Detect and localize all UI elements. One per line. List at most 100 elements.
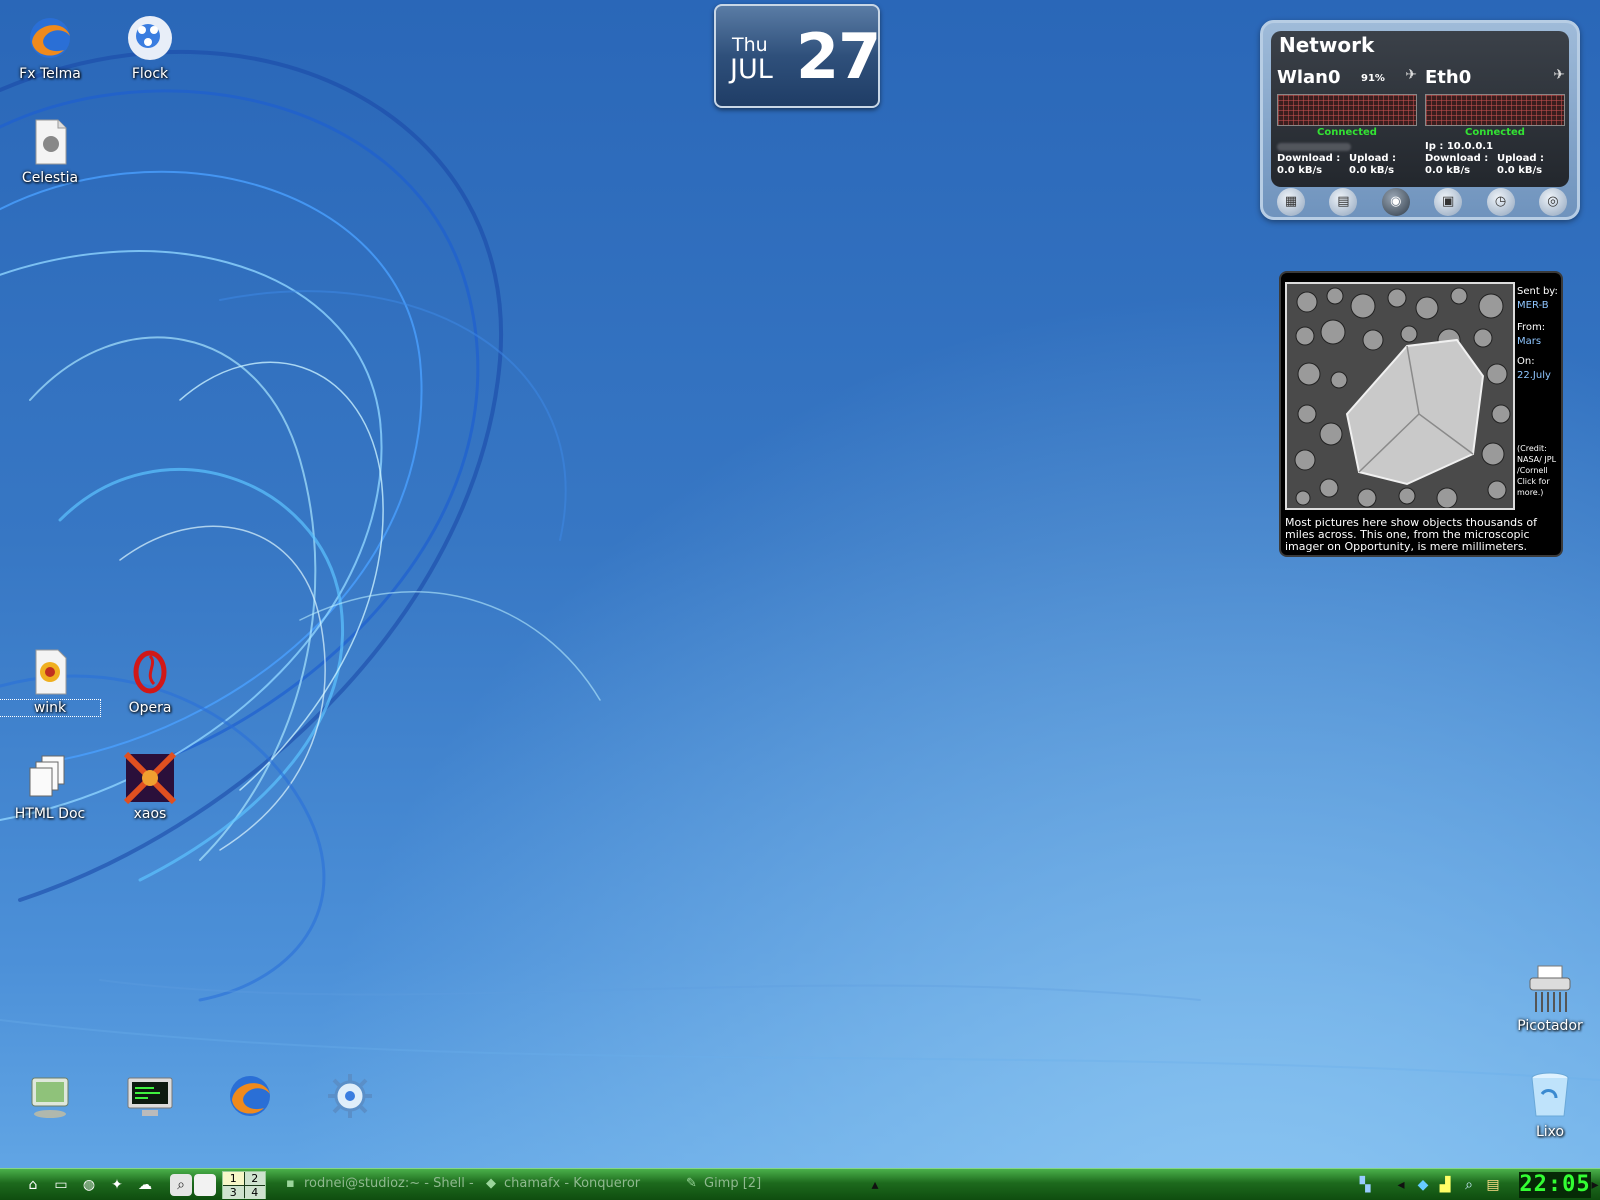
flock-icon[interactable]: ☁ — [134, 1174, 156, 1196]
sent-by-value[interactable]: MER-B — [1517, 299, 1565, 313]
wlan-interface: Wlan0 91% ✈ Connected Download :0.0 kB/s… — [1277, 67, 1419, 176]
pager-desktop-4[interactable]: 4 — [244, 1186, 265, 1199]
pager-desktop-2[interactable]: 2 — [244, 1172, 265, 1185]
trash-icon — [1531, 1072, 1569, 1117]
desktop-icon-opera[interactable]: Opera — [100, 646, 200, 716]
pager-desktop-1[interactable]: 1 — [223, 1172, 244, 1185]
konqueror-icon — [328, 1074, 372, 1118]
desktop-icon-celestia[interactable]: Celestia — [0, 116, 100, 186]
traffic-graph — [1425, 94, 1565, 126]
apod-info: Sent by: MER-B From: Mars On: 22.July (C… — [1517, 285, 1565, 497]
desktop-icon-flock[interactable]: Flock — [100, 12, 200, 82]
traffic-graph — [1277, 94, 1417, 126]
on-label: On: — [1517, 356, 1535, 367]
terminal-icon — [127, 1077, 173, 1116]
connection-status: Connected — [1465, 127, 1525, 138]
task-arrow-icon[interactable]: ▴ — [866, 1175, 884, 1195]
desktop-icon-html-doc[interactable]: HTML Doc — [0, 752, 100, 822]
task-shell[interactable]: ▪ rodnei@studioz:~ - Shell - — [286, 1176, 476, 1194]
mars-photo[interactable] — [1285, 282, 1515, 510]
from-label: From: — [1517, 322, 1546, 333]
tray-klipper-icon[interactable]: ▤ — [1484, 1175, 1502, 1195]
disk-icon[interactable]: ▤ — [1329, 188, 1358, 216]
interface-name: Wlan0 — [1277, 67, 1341, 88]
microscope-image — [1287, 284, 1513, 508]
kde-icon[interactable]: ✦ — [106, 1174, 128, 1196]
konqueror-icon: ◆ — [486, 1176, 496, 1191]
blank-icon[interactable] — [194, 1174, 216, 1196]
search-icon[interactable]: ⌕ — [170, 1174, 192, 1196]
html-doc-icon — [29, 755, 65, 797]
month: JUL — [730, 54, 773, 85]
eth-interface: Eth0 ✈ Connected Ip : 10.0.0.1 Download … — [1425, 67, 1567, 176]
network-icon[interactable]: ◉ — [1381, 188, 1410, 216]
pager-desktop-3[interactable]: 3 — [223, 1186, 244, 1199]
signal-strength: 91% — [1361, 73, 1385, 84]
task-gimp[interactable]: ✎ Gimp [2] — [686, 1176, 856, 1194]
tray-network-icon[interactable]: ◆ — [1414, 1175, 1432, 1195]
download-label: Download : — [1425, 153, 1489, 164]
folder-icon[interactable]: ▭ — [50, 1174, 72, 1196]
task-label: chamafx - Konqueror — [504, 1176, 641, 1191]
tray-left-arrow-icon[interactable]: ◂ — [1392, 1175, 1410, 1195]
home-icon[interactable]: ⌂ — [22, 1174, 44, 1196]
upload-stat: Upload :0.0 kB/s — [1349, 153, 1396, 177]
monitor-tabs: ▦ ▤ ◉ ▣ ◷ ◎ — [1277, 187, 1567, 217]
launcher-system[interactable] — [0, 1070, 100, 1124]
task-konqueror[interactable]: ◆ chamafx - Konqueror — [486, 1176, 676, 1194]
tray-magnifier-icon[interactable]: ⌕ — [1460, 1175, 1478, 1195]
on-value: 22.July — [1517, 370, 1551, 381]
network-panel: Network Wlan0 91% ✈ Connected Download :… — [1271, 31, 1569, 187]
desktop-icon-wink[interactable]: wink — [0, 646, 101, 717]
memory-icon[interactable]: ▦ — [1277, 188, 1305, 216]
taskbar-clock[interactable]: 22:05 — [1519, 1172, 1591, 1198]
tray-expand-icon[interactable]: ▸ — [1590, 1175, 1600, 1195]
download-rate: 0.0 kB/s — [1277, 165, 1323, 176]
browser-icon[interactable]: ◍ — [78, 1174, 100, 1196]
clock-icon[interactable]: ◷ — [1486, 188, 1515, 216]
network-monitor-widget: Network Wlan0 91% ✈ Connected Download :… — [1260, 20, 1580, 220]
from-value[interactable]: Mars — [1517, 335, 1565, 349]
desktop-icon-label: Opera — [128, 700, 172, 716]
system-icon — [31, 1077, 69, 1118]
firefox-icon — [30, 18, 70, 58]
celestia-icon — [35, 119, 67, 165]
interface-name: Eth0 — [1425, 67, 1472, 88]
ip-address: Ip : 10.0.0.1 — [1425, 141, 1494, 152]
gimp-icon: ✎ — [686, 1176, 697, 1191]
shredder-icon — [1529, 965, 1571, 1012]
desktop-icon-label: xaos — [133, 806, 167, 822]
weekday: Thu — [732, 34, 768, 56]
desktop-icon-label: wink — [0, 699, 101, 717]
sent-by-label: Sent by: — [1517, 286, 1558, 297]
tray-signal-icon[interactable]: ▟ — [1436, 1175, 1454, 1195]
upload-stat: Upload :0.0 kB/s — [1497, 153, 1544, 177]
desktop-icon-xaos[interactable]: xaos — [100, 752, 200, 822]
antenna-icon: ✈ — [1405, 67, 1417, 83]
credit-link[interactable]: (Credit: NASA/ JPL /Cornell Click for mo… — [1517, 443, 1565, 498]
launcher-terminal[interactable] — [100, 1070, 200, 1124]
date-widget: Thu JUL 27 — [714, 4, 881, 108]
cd-icon[interactable]: ◎ — [1538, 188, 1567, 216]
launcher-konqueror[interactable] — [300, 1070, 400, 1124]
flock-icon — [128, 16, 172, 60]
desktop-icon-lixo[interactable]: Lixo — [1500, 1070, 1600, 1140]
upload-label: Upload : — [1497, 153, 1544, 164]
download-stat: Download :0.0 kB/s — [1425, 153, 1488, 177]
desktop-icon-label: Lixo — [1535, 1124, 1565, 1140]
antenna-icon: ✈ — [1553, 67, 1565, 83]
download-rate: 0.0 kB/s — [1425, 165, 1471, 176]
day-number: 27 — [796, 20, 881, 93]
upload-rate: 0.0 kB/s — [1497, 165, 1543, 176]
desktop-pager: 1 2 3 4 — [222, 1171, 266, 1199]
tray-status-icon[interactable]: ▚ — [1356, 1175, 1374, 1195]
desktop-icon-label: Picotador — [1517, 1018, 1583, 1034]
launcher-firefox[interactable] — [200, 1070, 300, 1124]
desktop-icon-picotador[interactable]: Picotador — [1500, 964, 1600, 1034]
desktop-icon-fx-telma[interactable]: Fx Telma — [0, 12, 100, 82]
desktop-icon-label: Fx Telma — [19, 66, 81, 82]
taskbar: ⌂ ▭ ◍ ✦ ☁ ⌕ 1 2 3 4 ▪ rodnei@studioz:~ - … — [0, 1168, 1600, 1200]
network-title: Network — [1279, 33, 1375, 57]
connection-status: Connected — [1317, 127, 1377, 138]
cpu-icon[interactable]: ▣ — [1434, 188, 1463, 216]
